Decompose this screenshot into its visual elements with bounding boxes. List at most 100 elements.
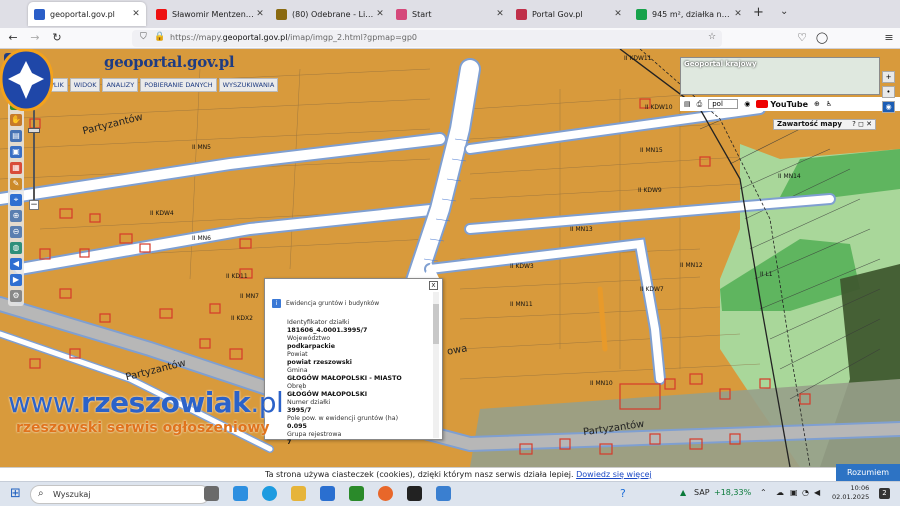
side-dot-icon[interactable]: •	[882, 86, 895, 98]
back-icon[interactable]: ←	[6, 31, 20, 44]
wifi-icon[interactable]: ◔	[802, 488, 809, 497]
app-icon[interactable]	[349, 486, 364, 501]
popup-scroll-thumb[interactable]	[433, 304, 439, 344]
account-icon[interactable]: ◯	[815, 31, 829, 44]
tab-title: Sławomir Mentzen: Będę m	[172, 9, 254, 19]
close-tab-icon[interactable]: ✕	[130, 9, 142, 19]
popup-close-button[interactable]: x	[429, 281, 438, 290]
gov-favicon-icon	[516, 8, 527, 20]
task-view-icon[interactable]	[204, 486, 219, 501]
file-explorer-icon[interactable]	[291, 486, 306, 501]
close-tab-icon[interactable]: ✕	[494, 9, 506, 19]
windows-start-icon[interactable]: ⊞	[10, 486, 21, 502]
stock-change[interactable]: +18,33%	[714, 488, 751, 497]
tab-mail[interactable]: (80) Odebrane - Lista Wiad ✕	[270, 2, 390, 26]
bookmark-star-icon[interactable]: ☆	[708, 32, 716, 42]
reload-icon[interactable]: ↻	[50, 31, 64, 44]
store-icon[interactable]	[320, 486, 335, 501]
edge-icon[interactable]	[262, 486, 277, 501]
url-domain: geoportal.gov.pl	[222, 33, 288, 42]
tab-list-button[interactable]: ⌄	[780, 6, 788, 17]
forward-view-icon[interactable]: ▶	[10, 274, 22, 286]
area-tool-icon[interactable]: ▦	[10, 162, 22, 174]
print-icon[interactable]: ⎙	[697, 100, 703, 109]
accessibility-icon[interactable]: ♿	[826, 100, 832, 108]
language-select[interactable]: pol	[708, 99, 739, 109]
layers-icon[interactable]: ▤	[684, 100, 691, 108]
taskbar-clock[interactable]: 10:06 02.01.2025	[832, 484, 869, 502]
draw-tool-icon[interactable]: ✎	[10, 178, 22, 190]
widgets-icon[interactable]	[233, 486, 248, 501]
zoom-minus-button[interactable]: −	[29, 200, 39, 210]
tab-start[interactable]: Start ✕	[390, 2, 510, 26]
close-tab-icon[interactable]: ✕	[732, 9, 744, 19]
side-eye-icon[interactable]: ◉	[882, 101, 895, 113]
taskbar-search-box[interactable]: ⌕ Wyszukaj	[30, 485, 210, 504]
zoom-slider-track[interactable]	[33, 106, 35, 200]
youtube-link[interactable]: YouTube	[756, 100, 808, 109]
stock-ticker[interactable]: SAP	[694, 488, 710, 497]
tab-geoportal[interactable]: geoportal.gov.pl ✕	[28, 2, 146, 26]
cookie-learn-more-link[interactable]: Dowiedz się więcej	[576, 470, 652, 479]
menu-analizy[interactable]: ANALIZY	[102, 78, 139, 92]
cookie-accept-button[interactable]: Rozumiem	[836, 464, 900, 482]
zoom-in-tool-icon[interactable]: ⊕	[10, 210, 22, 222]
popup-scrollbar[interactable]	[433, 292, 439, 438]
zoom-slider[interactable]: + −	[28, 96, 40, 210]
field-label: Gmina	[287, 367, 308, 374]
measure-tool-icon[interactable]: ▣	[10, 146, 22, 158]
settings-tool-icon[interactable]: ⚙	[10, 290, 22, 302]
pan-tool-icon[interactable]: ✋	[10, 114, 22, 126]
map-contents-controls[interactable]: ? ◻ ✕	[852, 120, 872, 129]
url-text[interactable]: https://mapy.geoportal.gov.pl/imap/imgp_…	[170, 33, 417, 42]
search-icon: ⌕	[38, 488, 44, 499]
print-tool-icon[interactable]: ▤	[10, 130, 22, 142]
crs-tool-icon[interactable]: ⌖	[10, 194, 22, 206]
help-icon[interactable]: ◉	[744, 100, 750, 108]
tray-chevron-icon[interactable]: ⌃	[760, 488, 767, 497]
firefox-icon[interactable]	[378, 486, 393, 501]
side-plus-icon[interactable]: +	[882, 71, 895, 83]
back-view-icon[interactable]: ◀	[10, 258, 22, 270]
geoportal-title[interactable]: geoportal.gov.pl	[104, 53, 235, 71]
tab-title: (80) Odebrane - Lista Wiad	[292, 9, 374, 19]
overview-map[interactable]: Geoportal krajowy	[680, 57, 880, 95]
amazon-icon[interactable]	[407, 486, 422, 501]
tab-portal-gov[interactable]: Portal Gov.pl ✕	[510, 2, 628, 26]
photos-icon[interactable]	[436, 486, 451, 501]
volume-icon[interactable]: ◀	[814, 488, 820, 497]
close-tab-icon[interactable]: ✕	[254, 9, 266, 19]
tab-title: 945 m², działka na sprzedaż	[652, 9, 732, 19]
start-favicon-icon	[396, 8, 407, 20]
globe-icon[interactable]: ⊕	[814, 100, 820, 108]
help-tray-icon[interactable]: ?	[620, 487, 626, 503]
notification-badge[interactable]: 2	[879, 488, 890, 499]
close-tab-icon[interactable]: ✕	[612, 9, 624, 19]
shield-icon[interactable]: ⛉	[140, 32, 147, 42]
menu-icon[interactable]: ≡	[882, 31, 896, 44]
stock-trend-icon[interactable]: ▲	[680, 488, 686, 497]
watermark-suffix: .pl	[250, 386, 284, 419]
zoom-out-tool-icon[interactable]: ⊖	[10, 226, 22, 238]
menu-wyszukiwania[interactable]: WYSZUKIWANIA	[218, 78, 279, 92]
windows-taskbar: ⊞ ⌕ Wyszukaj ? ▲ SAP +18,33% ⌃ ☁ ▣ ◔ ◀ 1…	[0, 481, 900, 506]
zoom-slider-handle[interactable]	[28, 128, 40, 133]
camera-icon[interactable]: ▣	[790, 488, 798, 497]
onedrive-icon[interactable]: ☁	[776, 488, 784, 497]
menu-widok[interactable]: WIDOK	[69, 78, 101, 92]
pocket-icon[interactable]: ♡	[795, 31, 809, 44]
lock-icon[interactable]: 🔒	[154, 32, 165, 42]
close-tab-icon[interactable]: ✕	[374, 9, 386, 19]
map-contents-label: Zawartość mapy	[777, 120, 842, 128]
menu-pobieranie-danych[interactable]: POBIERANIE DANYCH	[140, 78, 217, 92]
map-contents-panel[interactable]: Zawartość mapy ? ◻ ✕	[773, 119, 876, 130]
address-bar[interactable]: ⛉ 🔒 https://mapy.geoportal.gov.pl/imap/i…	[132, 30, 722, 47]
parcel-info-popup: x i Ewidencja gruntów i budynków Identyf…	[264, 278, 443, 446]
browser-tab-strip: geoportal.gov.pl ✕ Sławomir Mentzen: Będ…	[0, 0, 900, 28]
new-tab-button[interactable]: +	[753, 5, 764, 20]
cookie-message: Ta strona używa ciasteczek (cookies), dz…	[265, 470, 574, 479]
forward-icon[interactable]: →	[28, 31, 42, 44]
tab-youtube[interactable]: Sławomir Mentzen: Będę m ✕	[150, 2, 270, 26]
globe-tool-icon[interactable]: ◍	[10, 242, 22, 254]
tab-listing[interactable]: 945 m², działka na sprzedaż ✕	[630, 2, 748, 26]
